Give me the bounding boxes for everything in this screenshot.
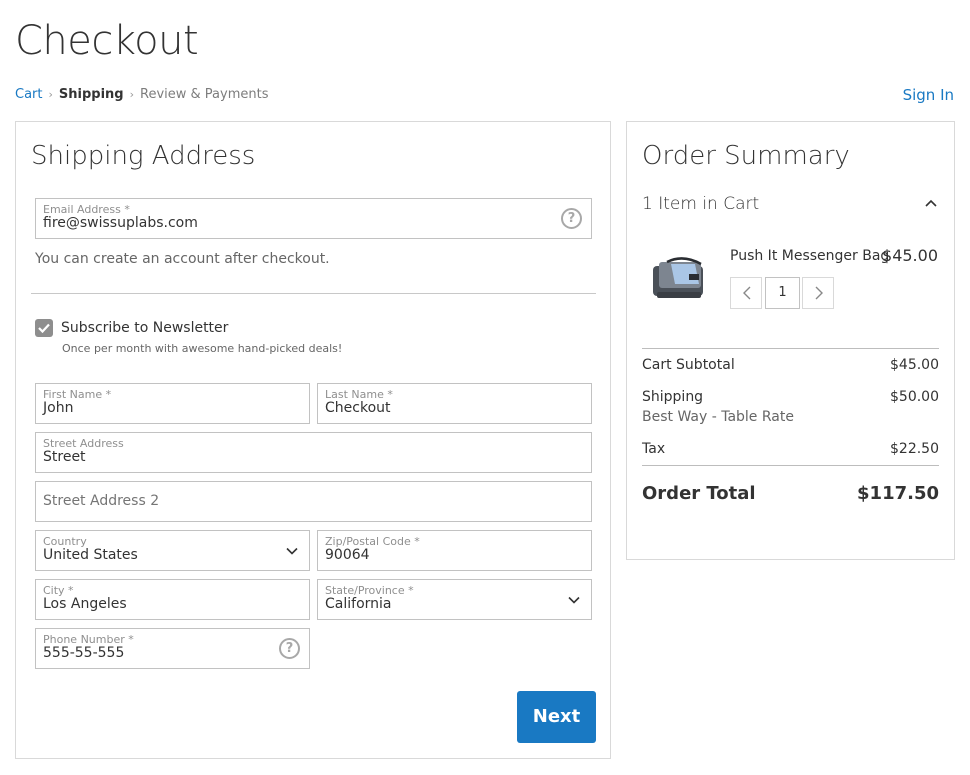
first-name-field[interactable]: First Name * John [35,383,310,424]
divider [642,348,939,349]
order-summary-panel: Order Summary 1 Item in Cart Push It Mes… [626,121,955,560]
divider [31,293,596,294]
items-in-cart-toggle[interactable]: 1 Item in Cart [642,194,759,214]
chevron-right-icon [815,286,823,300]
state-value[interactable]: California [325,596,391,612]
chevron-down-icon [286,547,298,555]
chevron-down-icon [568,596,580,604]
breadcrumb: Cart › Shipping › Review & Payments [15,87,269,102]
tax-row: Tax $22.50 [642,441,939,457]
order-total-label: Order Total [642,483,756,504]
cart-subtotal-value: $45.00 [890,357,939,373]
breadcrumb-separator: › [129,88,135,101]
last-name-value[interactable]: Checkout [325,400,391,416]
product-price: $45.00 [882,246,938,265]
breadcrumb-cart[interactable]: Cart [15,87,43,102]
product-name: Push It Messenger Bag [730,248,890,264]
cart-subtotal-label: Cart Subtotal [642,357,735,373]
country-value[interactable]: United States [43,547,138,563]
country-select[interactable]: Country United States [35,530,310,571]
shipping-row: Shipping $50.00 [642,389,939,405]
tax-value: $22.50 [890,441,939,457]
divider [642,465,939,466]
chevron-left-icon [743,286,751,300]
street2-field[interactable]: Street Address 2 [35,481,592,522]
breadcrumb-review: Review & Payments [140,87,269,102]
shipping-label: Shipping [642,389,704,405]
breadcrumb-shipping: Shipping [58,87,124,102]
shipping-method: Best Way - Table Rate [642,409,794,425]
newsletter-note: Once per month with awesome hand-picked … [62,342,343,355]
breadcrumb-separator: › [48,88,53,101]
newsletter-checkbox[interactable] [35,319,53,337]
street-value[interactable]: Street [43,449,86,465]
chevron-up-icon[interactable] [924,198,938,208]
check-icon [38,323,50,334]
cart-subtotal-row: Cart Subtotal $45.00 [642,357,939,373]
product-image [653,257,703,298]
email-field[interactable]: Email Address * fire@swissuplabs.com ? [35,198,592,239]
first-name-value[interactable]: John [43,400,73,416]
tax-label: Tax [642,441,666,457]
order-summary-title: Order Summary [642,141,850,171]
newsletter-label[interactable]: Subscribe to Newsletter [61,320,228,336]
shipping-title: Shipping Address [31,141,256,171]
order-total-value: $117.50 [857,483,939,504]
state-select[interactable]: State/Province * California [317,579,592,620]
help-icon[interactable]: ? [561,208,582,229]
qty-input[interactable]: 1 [765,277,800,309]
street-field[interactable]: Street Address Street [35,432,592,473]
sign-in-link[interactable]: Sign In [903,86,954,104]
city-field[interactable]: City * Los Angeles [35,579,310,620]
zip-value[interactable]: 90064 [325,547,370,563]
account-hint: You can create an account after checkout… [35,251,330,267]
order-total-row: Order Total $117.50 [642,483,939,504]
city-value[interactable]: Los Angeles [43,596,127,612]
shipping-panel: Shipping Address Email Address * fire@sw… [15,121,611,759]
help-icon[interactable]: ? [279,638,300,659]
email-value[interactable]: fire@swissuplabs.com [43,215,198,231]
page-title: Checkout [15,18,199,64]
street2-placeholder: Street Address 2 [43,493,160,509]
zip-field[interactable]: Zip/Postal Code * 90064 [317,530,592,571]
phone-value[interactable]: 555-55-555 [43,645,124,661]
qty-increase-button[interactable] [802,277,834,309]
shipping-value: $50.00 [890,389,939,405]
phone-field[interactable]: Phone Number * 555-55-555 ? [35,628,310,669]
last-name-field[interactable]: Last Name * Checkout [317,383,592,424]
qty-decrease-button[interactable] [730,277,762,309]
next-button[interactable]: Next [517,691,596,743]
